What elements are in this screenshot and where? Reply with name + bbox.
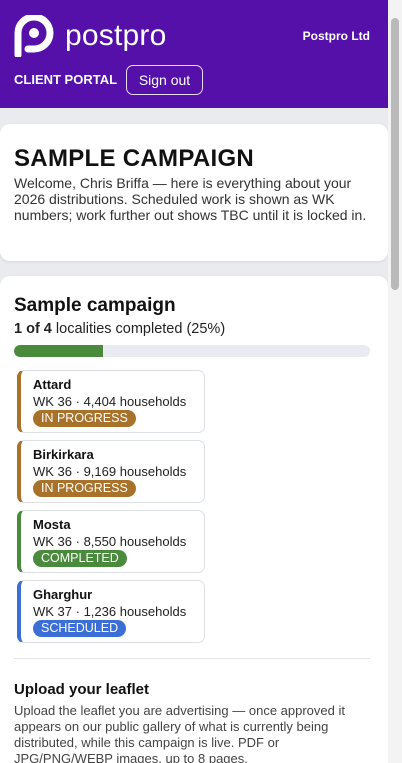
welcome-text: Welcome, Chris Briffa — here is everythi… — [14, 175, 367, 223]
portal-label: CLIENT PORTAL — [14, 72, 118, 87]
campaign-title: Sample campaign — [14, 295, 176, 316]
progress-bar — [14, 345, 370, 357]
scrollbar-thumb[interactable] — [391, 18, 399, 290]
status-badge: IN PROGRESS — [33, 410, 136, 427]
progress-count: 1 of 4 — [14, 321, 52, 337]
locality-name: Attard — [33, 377, 72, 392]
status-badge: SCHEDULED — [33, 620, 127, 637]
locality-card[interactable]: Attard WK 36 · 4,404 households IN PROGR… — [17, 370, 205, 433]
upload-title: Upload your leaflet — [14, 681, 150, 698]
section-divider — [14, 658, 370, 659]
progress-summary: 1 of 4 localities completed (25%) — [14, 321, 225, 337]
progress-bar-fill — [14, 345, 103, 357]
locality-meta: WK 36 · 8,550 households — [33, 534, 187, 549]
campaign-card: Sample campaign 1 of 4 localities comple… — [0, 276, 388, 763]
sign-out-button[interactable]: Sign out — [126, 65, 203, 95]
locality-card[interactable]: Mosta WK 36 · 8,550 households COMPLETED — [17, 510, 205, 573]
locality-meta: WK 36 · 9,169 households — [33, 464, 187, 479]
organization-name: Postpro Ltd — [302, 29, 370, 43]
vertical-scrollbar[interactable] — [388, 0, 402, 763]
welcome-card: SAMPLE CAMPAIGN Welcome, Chris Briffa — … — [0, 124, 388, 261]
locality-name: Birkirkara — [33, 447, 94, 462]
postpro-logo-icon — [14, 15, 54, 57]
locality-meta: WK 37 · 1,236 households — [33, 604, 187, 619]
brand-name: postpro — [65, 19, 167, 52]
locality-card[interactable]: Gharghur WK 37 · 1,236 households SCHEDU… — [17, 580, 205, 643]
app-header: postpro Postpro Ltd CLIENT PORTAL Sign o… — [0, 0, 388, 108]
locality-meta: WK 36 · 4,404 households — [33, 394, 187, 409]
progress-label: localities completed (25%) — [51, 321, 226, 337]
locality-name: Mosta — [33, 517, 71, 532]
upload-description: Upload the leaflet you are advertising —… — [14, 703, 345, 763]
locality-name: Gharghur — [33, 587, 93, 602]
status-badge: IN PROGRESS — [33, 480, 136, 497]
status-badge: COMPLETED — [33, 550, 127, 567]
postpro-logo[interactable]: postpro — [14, 15, 174, 57]
locality-card[interactable]: Birkirkara WK 36 · 9,169 households IN P… — [17, 440, 205, 503]
page-title: SAMPLE CAMPAIGN — [14, 145, 255, 172]
